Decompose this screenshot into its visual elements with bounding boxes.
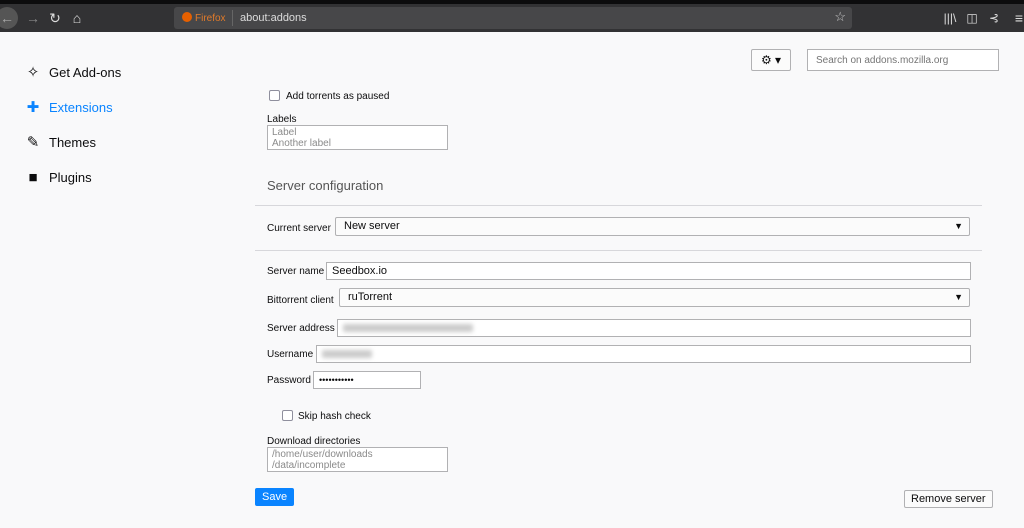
sidebar-item-extensions[interactable]: ✚ Extensions [24, 97, 113, 117]
sidebar-icon[interactable]: ◫ [961, 7, 983, 29]
divider [255, 205, 982, 206]
plugin-icon: ■ [28, 168, 38, 186]
password-label: Password [267, 375, 311, 386]
brush-icon: ✎ [26, 134, 40, 151]
search-input[interactable] [807, 49, 999, 71]
url-text: about:addons [240, 12, 307, 24]
client-select[interactable]: ruTorrent ▼ [339, 288, 970, 307]
firefox-logo-icon [182, 12, 192, 22]
labels-label: Labels [267, 114, 297, 125]
password-input[interactable]: ••••••••••• [313, 371, 421, 389]
select-value: New server [344, 220, 400, 232]
divider [255, 250, 982, 251]
client-label: Bittorrent client [267, 295, 334, 306]
sidebar-item-themes[interactable]: ✎ Themes [24, 132, 96, 152]
select-value: ruTorrent [348, 291, 393, 303]
sidebar-item-label: Get Add-ons [49, 64, 122, 80]
reload-icon[interactable]: ↻ [44, 7, 66, 29]
download-dirs-label: Download directories [267, 436, 361, 447]
menu-icon[interactable]: ≡ [1008, 7, 1024, 29]
current-server-select[interactable]: New server ▼ [335, 217, 970, 236]
server-address-input[interactable] [337, 319, 971, 337]
current-server-label: Current server [267, 223, 331, 234]
labels-textarea[interactable]: Label Another label [267, 125, 448, 150]
chevron-down-icon: ▼ [954, 221, 963, 231]
skip-hash-checkbox[interactable] [282, 410, 293, 421]
sidebar-item-plugins[interactable]: ■ Plugins [24, 167, 92, 187]
rss-icon[interactable]: ⊰ [983, 7, 1005, 29]
add-paused-label: Add torrents as paused [286, 91, 390, 102]
server-name-input[interactable]: Seedbox.io [326, 262, 971, 280]
remove-server-button[interactable]: Remove server [904, 490, 993, 508]
address-label: Server address [267, 323, 335, 334]
firefox-identity: Firefox [182, 12, 226, 24]
sidebar-item-label: Themes [49, 134, 96, 150]
home-icon[interactable]: ⌂ [66, 7, 88, 29]
divider [232, 10, 233, 26]
server-config-heading: Server configuration [267, 178, 384, 193]
redacted-value [343, 324, 473, 332]
library-icon[interactable]: |||\ [939, 7, 961, 29]
redacted-value [322, 350, 372, 358]
puzzle-icon: ✚ [26, 99, 40, 116]
chevron-down-icon: ▼ [954, 292, 963, 302]
bookmark-star-icon[interactable]: ☆ [834, 9, 846, 25]
username-label: Username [267, 349, 314, 360]
sidebar-item-label: Plugins [49, 169, 92, 185]
forward-icon[interactable]: → [22, 7, 44, 29]
download-dirs-textarea[interactable]: /home/user/downloads /data/incomplete [267, 447, 448, 472]
url-bar[interactable]: Firefox about:addons ☆ [174, 7, 852, 29]
username-input[interactable] [316, 345, 971, 363]
tools-gear-button[interactable]: ⚙ ▾ [751, 49, 791, 71]
puzzle-sparkle-icon: ✧ [26, 64, 40, 81]
back-icon[interactable]: ← [0, 7, 18, 29]
server-name-label: Server name [267, 266, 325, 277]
save-button[interactable]: Save [255, 488, 295, 506]
brand-label: Firefox [195, 13, 226, 24]
browser-toolbar: ← → ↻ ⌂ Firefox about:addons ☆ |||\ ◫ ⊰ … [0, 4, 1024, 32]
sidebar-item-get-addons[interactable]: ✧ Get Add-ons [24, 62, 122, 82]
skip-hash-label: Skip hash check [298, 411, 371, 422]
add-paused-checkbox[interactable] [269, 90, 280, 101]
sidebar-item-label: Extensions [49, 99, 113, 115]
